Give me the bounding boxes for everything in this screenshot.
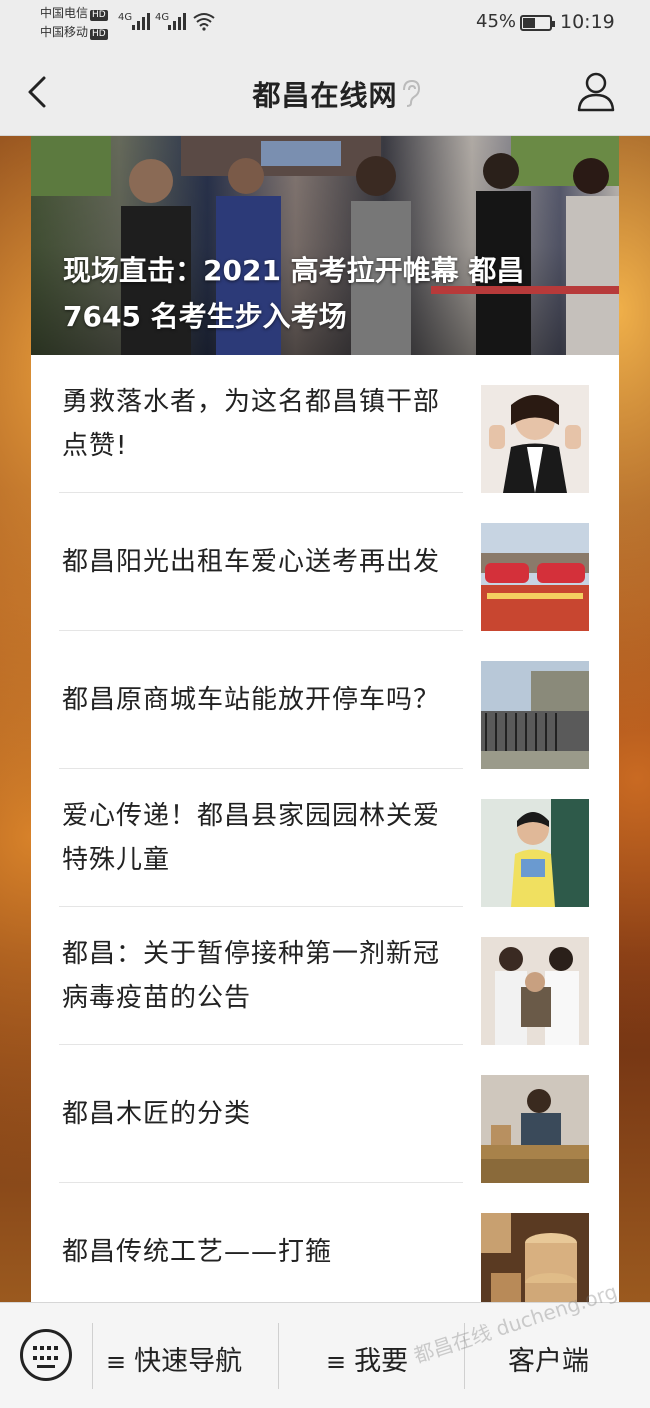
article-title: 都昌传统工艺——打箍 [62, 1237, 333, 1267]
page-title: 都昌在线网 [252, 79, 398, 112]
client-button[interactable]: 客户端 [508, 1339, 589, 1378]
user-icon[interactable] [576, 70, 616, 112]
list-item[interactable]: 都昌：关于暂停接种第一剂新冠病毒疫苗的公告 [31, 907, 619, 1045]
hero-banner[interactable]: 现场直击：2021 高考拉开帷幕 都昌 7645 名考生步入考场 [31, 136, 619, 355]
battery-icon [520, 15, 555, 31]
want-button[interactable]: ≡ 我要 [326, 1339, 408, 1378]
article-title: 都昌：关于暂停接种第一剂新冠病毒疫苗的公告 [62, 939, 441, 1013]
carpenter-image [481, 1075, 589, 1183]
wooden-barrel-image [481, 1213, 589, 1302]
article-title: 都昌原商城车站能放开停车吗？ [62, 685, 441, 715]
status-bar: 中国电信 HD 中国移动 HD 4G 4G 45% 10:19 [0, 0, 650, 48]
station-gate-image [481, 661, 589, 769]
keyboard-icon[interactable] [20, 1329, 72, 1381]
article-title: 爱心传递！都昌县家园园林关爱特殊儿童 [62, 801, 441, 875]
article-title: 都昌阳光出租车爱心送考再出发 [62, 547, 441, 577]
nav-bar: 都昌在线网 [0, 48, 650, 136]
quick-nav-label: 快速导航 [134, 1346, 243, 1377]
ear-icon [403, 79, 421, 107]
wifi-icon [193, 13, 215, 31]
article-list: 勇救落水者，为这名都昌镇干部点赞! 都昌阳光出租车爱心送考再出发 都昌原商城车站… [31, 355, 619, 1302]
article-title: 勇救落水者，为这名都昌镇干部点赞! [62, 387, 441, 461]
quick-nav-button[interactable]: ≡ 快速导航 [106, 1339, 242, 1378]
divider [278, 1323, 279, 1389]
content-card: 现场直击：2021 高考拉开帷幕 都昌 7645 名考生步入考场 勇救落水者，为… [31, 136, 619, 1302]
list-item[interactable]: 都昌木匠的分类 [31, 1045, 619, 1183]
divider [92, 1323, 93, 1389]
battery-percent: 45% [476, 11, 517, 32]
want-label: 我要 [354, 1346, 409, 1377]
list-item[interactable]: 都昌原商城车站能放开停车吗？ [31, 631, 619, 769]
bottom-bar: ≡ 快速导航 ≡ 我要 客户端 都昌在线 ducheng.org [0, 1279, 650, 1408]
hero-title: 现场直击：2021 高考拉开帷幕 都昌 7645 名考生步入考场 [63, 254, 525, 333]
person-thumbs-up-image [481, 385, 589, 493]
carrier-2: 中国移动 HD [40, 25, 108, 40]
list-item[interactable]: 勇救落水者，为这名都昌镇干部点赞! [31, 355, 619, 493]
menu-icon: ≡ [326, 1348, 347, 1376]
signal-2-icon [168, 12, 186, 30]
article-title: 都昌木匠的分类 [62, 1099, 252, 1129]
carrier-1: 中国电信 HD [40, 6, 108, 21]
network-type-2: 4G [155, 12, 170, 23]
list-item[interactable]: 都昌阳光出租车爱心送考再出发 [31, 493, 619, 631]
divider [464, 1323, 465, 1389]
list-item[interactable]: 爱心传递！都昌县家园园林关爱特殊儿童 [31, 769, 619, 907]
network-type-1: 4G [118, 12, 133, 23]
signal-1-icon [132, 12, 150, 30]
vaccination-image [481, 937, 589, 1045]
taxi-fleet-image [481, 523, 589, 631]
clock: 10:19 [560, 11, 615, 33]
child-image [481, 799, 589, 907]
list-item[interactable]: 都昌传统工艺——打箍 [31, 1183, 619, 1302]
client-label: 客户端 [508, 1346, 589, 1377]
menu-icon: ≡ [106, 1348, 127, 1376]
